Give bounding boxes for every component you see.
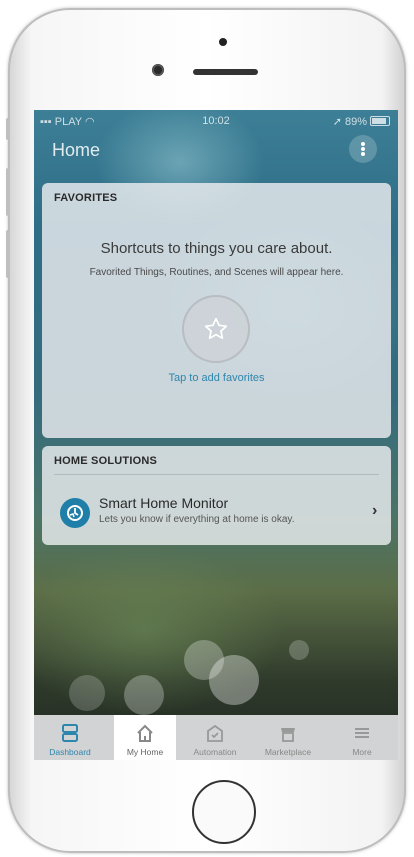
status-right: ➚ 89% <box>333 115 390 128</box>
more-dots-icon <box>361 142 365 146</box>
house-icon <box>137 724 153 742</box>
favorites-card: FAVORITES Shortcuts to things you care a… <box>42 183 391 438</box>
chevron-right-icon: › <box>372 502 378 519</box>
tab-label: Automation <box>193 747 237 757</box>
location-icon: ➚ <box>332 116 342 128</box>
add-favorites-link[interactable]: Tap to add favorites <box>42 372 391 384</box>
smart-home-monitor-title: Smart Home Monitor <box>99 495 229 511</box>
tab-more[interactable]: More <box>326 715 398 760</box>
mute-switch <box>6 118 10 140</box>
more-dots-icon <box>361 152 365 156</box>
background-bokeh <box>289 640 309 660</box>
home-solutions-card: HOME SOLUTIONS Smart Home Monitor Lets y… <box>42 446 391 545</box>
tab-label: More <box>352 747 372 757</box>
battery-icon <box>370 116 390 126</box>
app-screen: ▪▪▪ PLAY ◠ 10:02 ➚ 89% Home FAVORITES Sh… <box>34 110 398 760</box>
earpiece-speaker <box>193 69 258 75</box>
tab-marketplace[interactable]: Marketplace <box>252 715 324 760</box>
proximity-sensor <box>219 38 227 46</box>
page-title: Home <box>52 140 101 160</box>
favorites-header: FAVORITES <box>54 192 118 204</box>
add-favorite-button[interactable] <box>182 295 250 363</box>
favorites-empty-subtitle: Favorited Things, Routines, and Scenes w… <box>89 267 344 278</box>
tab-my-home[interactable]: My Home <box>114 715 176 760</box>
shield-icon <box>60 498 90 528</box>
front-camera <box>152 64 164 76</box>
volume-up-button <box>6 168 10 216</box>
automation-icon <box>207 724 223 742</box>
dashboard-icon <box>62 724 78 742</box>
star-icon <box>204 317 228 340</box>
battery-percent: 89% <box>344 116 367 128</box>
section-divider <box>54 474 379 475</box>
home-solutions-header: HOME SOLUTIONS <box>54 455 158 467</box>
favorites-empty-title: Shortcuts to things you care about. <box>100 240 333 257</box>
more-dots-icon <box>361 147 365 151</box>
home-button[interactable] <box>192 780 256 844</box>
tab-label: My Home <box>126 747 164 757</box>
tab-label: Marketplace <box>264 747 312 757</box>
volume-down-button <box>6 230 10 278</box>
tab-automation[interactable]: Automation <box>179 715 251 760</box>
smart-home-monitor-subtitle: Lets you know if everything at home is o… <box>99 514 295 525</box>
marketplace-icon <box>281 728 295 742</box>
tab-dashboard[interactable]: Dashboard <box>34 715 106 760</box>
hamburger-menu-icon <box>355 728 369 738</box>
bottom-tab-bar: Dashboard My Home Automation Marketplace… <box>34 715 398 760</box>
status-bar: ▪▪▪ PLAY ◠ 10:02 ➚ 89% <box>34 110 398 132</box>
background-bokeh <box>69 675 105 711</box>
overflow-menu-button[interactable] <box>349 135 377 163</box>
background-bokeh <box>209 655 259 705</box>
background-bokeh <box>124 675 164 715</box>
tab-label: Dashboard <box>49 747 91 757</box>
